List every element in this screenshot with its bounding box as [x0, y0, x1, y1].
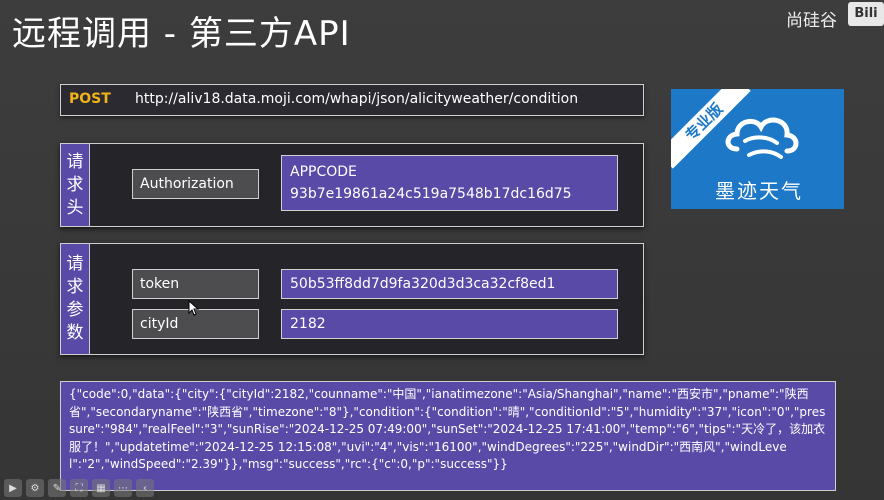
more-icon[interactable]: ⋯ — [114, 479, 132, 497]
play-icon[interactable]: ▶ — [4, 479, 22, 497]
response-json: {"code":0,"data":{"city":{"cityId":2182,… — [60, 381, 836, 491]
logo-name: 墨迹天气 — [715, 179, 803, 203]
side-char: 数 — [66, 323, 84, 343]
param-key-token: token — [132, 269, 259, 299]
slide-canvas: 远程调用 - 第三方API 尚硅谷 Bili POST http://aliv1… — [0, 0, 884, 500]
http-method: POST — [69, 91, 111, 107]
header-value-authorization: APPCODE 93b7e19861a24c519a7548b17dc16d75 — [281, 155, 618, 211]
cloud-icon — [725, 117, 799, 159]
settings-icon[interactable]: ⚙ — [26, 479, 44, 497]
header-key-authorization: Authorization — [132, 169, 259, 199]
header-value-line2: 93b7e19861a24c519a7548b17dc16d75 — [290, 186, 572, 202]
presentation-toolbar: ▶ ⚙ ✎ ⛶ ▦ ⋯ ‹ — [0, 476, 174, 500]
moji-weather-logo: 专业版 墨迹天气 — [671, 89, 844, 209]
side-char: 参 — [66, 300, 84, 320]
param-value-token: 50b53ff8dd7d9fa320d3d3ca32cf8ed1 — [281, 269, 618, 299]
side-char: 请 — [66, 151, 84, 172]
request-url: http://aliv18.data.moji.com/whapi/json/a… — [135, 91, 579, 107]
side-char: 求 — [66, 174, 84, 195]
headers-panel: 请 求 头 Authorization APPCODE 93b7e19861a2… — [60, 143, 644, 227]
pen-icon[interactable]: ✎ — [48, 479, 66, 497]
param-value-cityid: 2182 — [281, 309, 618, 339]
params-side-label: 请 求 参 数 — [61, 244, 90, 354]
mouse-cursor-icon — [188, 300, 200, 316]
bilibili-logo: Bili — [848, 2, 884, 26]
prev-icon[interactable]: ‹ — [136, 479, 154, 497]
side-char: 求 — [66, 277, 84, 297]
request-url-bar: POST http://aliv18.data.moji.com/whapi/j… — [60, 84, 644, 116]
side-char: 头 — [66, 197, 84, 218]
fullscreen-icon[interactable]: ⛶ — [70, 479, 88, 497]
header-value-line1: APPCODE — [290, 164, 357, 180]
grid-icon[interactable]: ▦ — [92, 479, 110, 497]
slide-title: 远程调用 - 第三方API — [12, 14, 351, 54]
side-char: 请 — [66, 254, 84, 274]
brand-watermark: 尚硅谷 — [786, 11, 837, 31]
params-panel: 请 求 参 数 token 50b53ff8dd7d9fa320d3d3ca32… — [60, 243, 644, 355]
headers-side-label: 请 求 头 — [61, 144, 90, 226]
